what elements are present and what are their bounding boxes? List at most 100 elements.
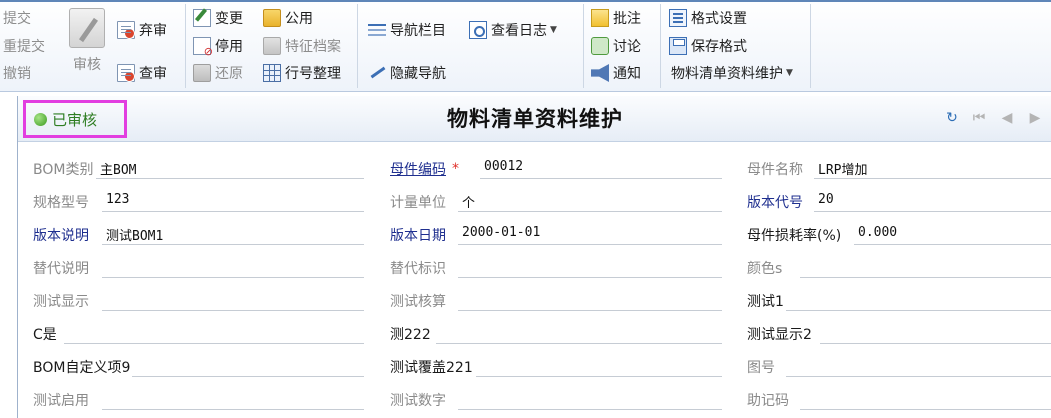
bom-type-input[interactable]: 主BOM (96, 153, 364, 179)
save-format-label: 保存格式 (691, 39, 747, 55)
parent-code-input[interactable]: 00012 (480, 153, 722, 179)
loss-rate-input[interactable]: 0.000 (854, 219, 1051, 245)
ribbon-divider (810, 4, 811, 88)
ribbon-divider (583, 4, 584, 88)
test-cover221-input[interactable] (476, 351, 722, 377)
view-log-icon (469, 21, 487, 39)
field-label: 版本说明 (33, 228, 89, 244)
feature-archive-icon (263, 37, 281, 55)
color-input[interactable] (800, 252, 1051, 278)
field-label: 版本日期 (390, 228, 446, 244)
replace-flag-input[interactable] (458, 252, 722, 278)
field-replace-flag: 替代标识 (390, 252, 446, 285)
drawing-no-input[interactable] (786, 351, 1051, 377)
test-enable-input[interactable] (102, 384, 364, 410)
row-number-label: 行号整理 (285, 66, 341, 82)
field-label: C是 (33, 327, 57, 343)
unit-input[interactable]: 个 (458, 186, 722, 212)
view-log-label: 查看日志 (491, 23, 547, 39)
replace-desc-input[interactable] (102, 252, 364, 278)
abandon-audit-icon (117, 21, 135, 39)
field-color: 颜色s (747, 252, 782, 285)
prev-record-icon[interactable]: ◀ (998, 109, 1016, 127)
audit-button[interactable]: 审核 (63, 6, 111, 88)
field-parent-code: 母件编码 * (390, 153, 463, 186)
abandon-audit-button[interactable]: 弃审 (117, 19, 167, 41)
field-label: 规格型号 (33, 195, 89, 211)
public-label: 公用 (285, 11, 313, 27)
save-format-button[interactable]: 保存格式 (669, 35, 747, 57)
public-folder-icon (263, 9, 281, 27)
next-record-icon[interactable]: ▶ (1026, 109, 1044, 127)
form-row: 规格型号 123 计量单位 个 版本代号 20 (18, 186, 1051, 219)
field-loss-rate: 母件损耗率(%) (747, 219, 841, 252)
field-label: 测试覆盖221 (390, 360, 473, 376)
annotate-label: 批注 (613, 11, 641, 27)
refresh-icon[interactable]: ↻ (943, 109, 961, 127)
row-number-organize-button[interactable]: 行号整理 (263, 62, 341, 84)
page-title: 物料清单资料维护 (447, 107, 623, 131)
nav-column-button[interactable]: 导航栏目 (368, 19, 446, 41)
form-row: BOM自定义项9 测试覆盖221 图号 (18, 351, 1051, 384)
discuss-label: 讨论 (613, 39, 641, 55)
submit-label: 提交 (3, 11, 31, 27)
first-record-icon[interactable]: ⏮ (970, 109, 988, 127)
parent-code-link[interactable]: 母件编码 (390, 159, 446, 179)
field-label: 母件名称 (747, 162, 803, 178)
field-mnemonic: 助记码 (747, 384, 789, 417)
chevron-down-icon[interactable]: ▼ (550, 25, 557, 35)
test1-input[interactable] (786, 285, 1051, 311)
version-date-input[interactable]: 2000-01-01 (458, 219, 722, 245)
form-row: 测试显示 测试核算 测试1 (18, 285, 1051, 318)
parent-name-input[interactable]: LRP增加 (814, 153, 1051, 179)
annotate-button[interactable]: 批注 (591, 7, 641, 29)
submit-button[interactable]: 提交 (3, 7, 31, 29)
field-label: BOM自定义项9 (33, 360, 131, 376)
field-bom-custom9: BOM自定义项9 (33, 351, 130, 384)
field-label: 替代标识 (390, 261, 446, 277)
undo-button[interactable]: 撤销 (3, 62, 31, 84)
bom-custom9-input[interactable] (132, 351, 364, 377)
ce222-input[interactable] (436, 318, 722, 344)
version-desc-input[interactable]: 测试BOM1 (102, 219, 364, 245)
form-row: BOM类别 主BOM 母件编码 * 00012 母件名称 LRP增加 (18, 153, 1051, 186)
view-log-button[interactable]: 查看日志 ▼ (469, 19, 557, 41)
test-check-input[interactable] (458, 285, 722, 311)
test-show-input[interactable] (102, 285, 364, 311)
field-label: 版本代号 (747, 195, 803, 211)
notify-button[interactable]: 通知 (591, 62, 641, 84)
form-row: 版本说明 测试BOM1 版本日期 2000-01-01 母件损耗率(%) 0.0… (18, 219, 1051, 252)
form-row: 替代说明 替代标识 颜色s (18, 252, 1051, 285)
spec-input[interactable]: 123 (102, 186, 364, 212)
ribbon-divider (357, 4, 358, 88)
feature-archive-button[interactable]: 特征档案 (263, 35, 341, 57)
public-button[interactable]: 公用 (263, 7, 313, 29)
field-test1: 测试1 (747, 285, 784, 318)
field-bom-type: BOM类别 (33, 153, 93, 186)
change-button[interactable]: 变更 (193, 7, 243, 29)
ribbon-divider (660, 4, 661, 88)
annotate-icon (591, 9, 609, 27)
restore-label: 还原 (215, 66, 243, 82)
version-code-input[interactable]: 20 (814, 186, 1051, 212)
mnemonic-input[interactable] (800, 384, 1051, 410)
field-test-show: 测试显示 (33, 285, 89, 318)
test-number-input[interactable] (458, 384, 722, 410)
format-settings-button[interactable]: 格式设置 (669, 7, 747, 29)
check-audit-button[interactable]: 查审 (117, 62, 167, 84)
hide-nav-button[interactable]: 隐藏导航 (368, 62, 446, 84)
field-test-number: 测试数字 (390, 384, 446, 417)
disable-button[interactable]: 停用 (193, 35, 243, 58)
c-yes-input[interactable] (64, 318, 364, 344)
megaphone-icon (591, 64, 609, 82)
test-show2-input[interactable] (820, 318, 1051, 344)
hide-nav-label: 隐藏导航 (390, 66, 446, 82)
field-version-date: 版本日期 (390, 219, 446, 252)
status-label: 已审核 (52, 110, 98, 129)
bom-maintenance-menu[interactable]: 物料清单资料维护 ▼ (671, 62, 793, 84)
resubmit-button[interactable]: 重提交 (3, 35, 45, 57)
field-label: 颜色s (747, 261, 783, 277)
restore-button[interactable]: 还原 (193, 62, 243, 84)
field-version-desc: 版本说明 (33, 219, 89, 252)
discuss-button[interactable]: 讨论 (591, 35, 641, 57)
